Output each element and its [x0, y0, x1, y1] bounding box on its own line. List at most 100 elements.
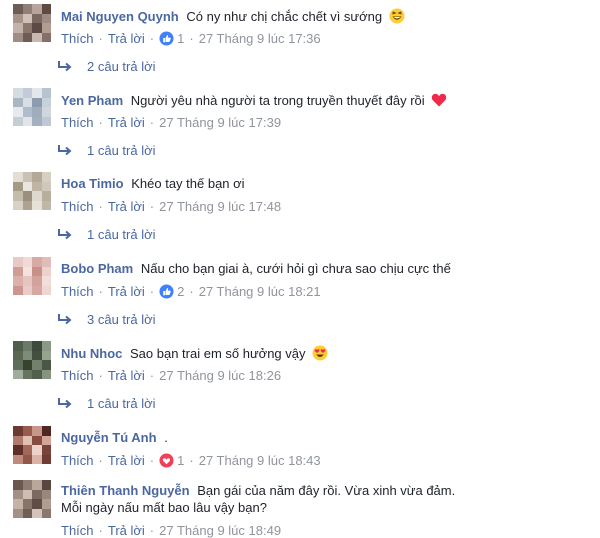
comment-actions: Thích · Trả lời · 27 Tháng 9 lúc 17:48: [61, 199, 281, 214]
like-link[interactable]: Thích: [61, 199, 94, 214]
replies-count[interactable]: 2 câu trả lời: [87, 59, 156, 74]
avatar-pixel: [22, 499, 32, 509]
commenter-name[interactable]: Yen Pham: [61, 93, 123, 108]
separator: ·: [149, 368, 155, 383]
avatar[interactable]: [13, 341, 51, 379]
timestamp[interactable]: 27 Tháng 9 lúc 18:26: [159, 368, 281, 383]
comment-body: Yen Pham Người yêu nhà người ta trong tr…: [61, 92, 447, 108]
commenter-name[interactable]: Bobo Pham: [61, 261, 133, 276]
avatar-pixel: [32, 23, 42, 33]
avatar[interactable]: [13, 88, 51, 126]
avatar-pixel: [13, 116, 23, 126]
commenter-name[interactable]: Nguyễn Tú Anh: [61, 430, 157, 445]
avatar-pixel: [32, 266, 42, 276]
avatar-pixel: [22, 360, 32, 370]
avatar[interactable]: [13, 4, 51, 42]
avatar-pixel: [32, 97, 42, 107]
commenter-name[interactable]: Nhu Nhoc: [61, 346, 122, 361]
avatar[interactable]: [13, 426, 51, 464]
view-replies-link[interactable]: 1 câu trả lời: [57, 143, 156, 158]
avatar-pixel: [32, 257, 42, 267]
timestamp[interactable]: 27 Tháng 9 lúc 17:39: [159, 115, 281, 130]
timestamp[interactable]: 27 Tháng 9 lúc 17:48: [159, 199, 281, 214]
avatar-pixel: [22, 350, 32, 360]
commenter-name[interactable]: Thiên Thanh Nguyễn: [61, 483, 190, 498]
avatar-pixel: [13, 508, 23, 518]
avatar-pixel: [32, 508, 42, 518]
avatar-pixel: [22, 285, 32, 295]
replies-count[interactable]: 3 câu trả lời: [87, 312, 156, 327]
comment-text: Khéo tay thế bạn ơi: [131, 176, 245, 191]
like-link[interactable]: Thích: [61, 368, 94, 383]
comment-text: Sao bạn trai em số hưởng vậy: [130, 346, 306, 361]
reply-link[interactable]: Trả lời: [108, 115, 145, 130]
reply-link[interactable]: Trả lời: [108, 368, 145, 383]
reaction-count[interactable]: 2: [177, 284, 184, 299]
reply-link[interactable]: Trả lời: [108, 453, 145, 468]
avatar-pixel: [13, 88, 23, 98]
replies-count[interactable]: 1 câu trả lời: [87, 143, 156, 158]
avatar-pixel: [41, 181, 51, 191]
avatar-pixel: [22, 426, 32, 436]
avatar-pixel: [41, 285, 51, 295]
like-link[interactable]: Thích: [61, 523, 94, 538]
view-replies-link[interactable]: 3 câu trả lời: [57, 312, 156, 327]
timestamp[interactable]: 27 Tháng 9 lúc 18:49: [159, 523, 281, 538]
comment-actions: Thích · Trả lời · 1 · 27 Tháng 9 lúc 18:43: [61, 453, 321, 468]
avatar-pixel: [13, 97, 23, 107]
avatar-pixel: [41, 107, 51, 117]
like-link[interactable]: Thích: [61, 284, 94, 299]
like-reaction-icon[interactable]: [159, 284, 174, 299]
view-replies-link[interactable]: 1 câu trả lời: [57, 227, 156, 242]
avatar-pixel: [13, 285, 23, 295]
avatar-pixel: [41, 32, 51, 42]
commenter-name[interactable]: Hoa Timio: [61, 176, 124, 191]
reply-link[interactable]: Trả lời: [108, 523, 145, 538]
avatar-pixel: [32, 32, 42, 42]
avatar[interactable]: [13, 172, 51, 210]
avatar-pixel: [32, 435, 42, 445]
separator: ·: [149, 453, 155, 468]
avatar-pixel: [22, 454, 32, 464]
like-reaction-icon[interactable]: [159, 31, 174, 46]
avatar-pixel: [32, 13, 42, 23]
heart-emoji: [432, 93, 447, 107]
avatar[interactable]: [13, 257, 51, 295]
like-link[interactable]: Thích: [61, 115, 94, 130]
view-replies-link[interactable]: 2 câu trả lời: [57, 59, 156, 74]
separator: ·: [98, 31, 103, 46]
avatar-pixel: [22, 200, 32, 210]
avatar-pixel: [13, 257, 23, 267]
avatar-pixel: [32, 181, 42, 191]
avatar-pixel: [41, 13, 51, 23]
like-link[interactable]: Thích: [61, 453, 94, 468]
reaction-count[interactable]: 1: [177, 31, 184, 46]
view-replies-link[interactable]: 1 câu trả lời: [57, 396, 156, 411]
reaction-count[interactable]: 1: [177, 453, 184, 468]
like-link[interactable]: Thích: [61, 31, 94, 46]
reply-link[interactable]: Trả lời: [108, 199, 145, 214]
love-reaction-icon[interactable]: [159, 453, 174, 468]
avatar-pixel: [22, 341, 32, 351]
avatar-pixel: [13, 350, 23, 360]
replies-count[interactable]: 1 câu trả lời: [87, 396, 156, 411]
commenter-name[interactable]: Mai Nguyen Quynh: [61, 9, 179, 24]
comment-body: Bobo Pham Nấu cho bạn giai à, cưới hỏi g…: [61, 261, 451, 276]
avatar-pixel: [22, 4, 32, 14]
reply-link[interactable]: Trả lời: [108, 284, 145, 299]
comment-text-continued: Mỗi ngày nấu mất bao lâu vậy bạn?: [61, 500, 267, 515]
avatar-pixel: [13, 489, 23, 499]
avatar-pixel: [22, 107, 32, 117]
avatar-pixel: [41, 172, 51, 182]
reply-arrow-icon: [58, 61, 72, 72]
reply-link[interactable]: Trả lời: [108, 31, 145, 46]
avatar-pixel: [22, 369, 32, 379]
timestamp[interactable]: 27 Tháng 9 lúc 18:21: [199, 284, 321, 299]
avatar-pixel: [22, 191, 32, 201]
avatar[interactable]: [13, 480, 51, 518]
timestamp[interactable]: 27 Tháng 9 lúc 18:43: [199, 453, 321, 468]
replies-count[interactable]: 1 câu trả lời: [87, 227, 156, 242]
avatar-pixel: [32, 88, 42, 98]
timestamp[interactable]: 27 Tháng 9 lúc 17:36: [199, 31, 321, 46]
separator: ·: [149, 284, 155, 299]
